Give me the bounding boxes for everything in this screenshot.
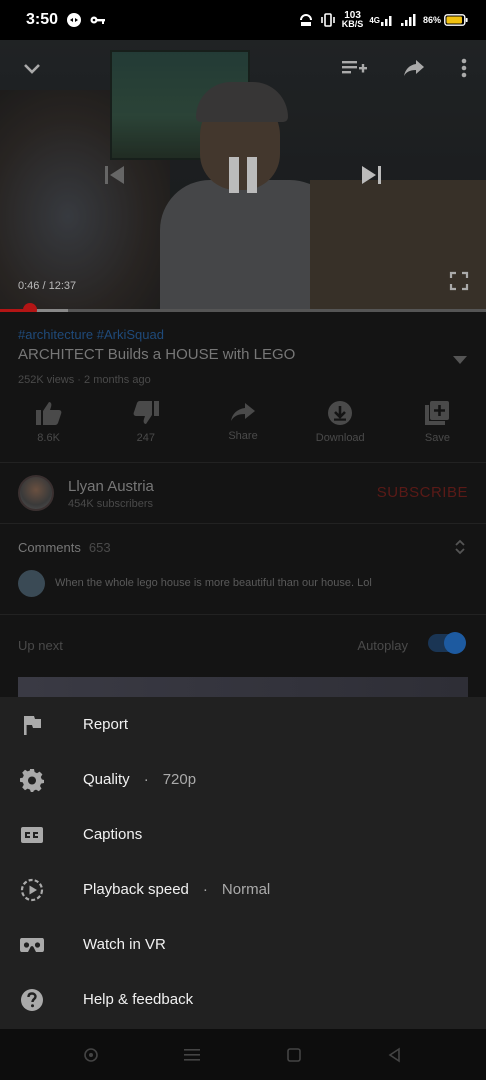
comments-header[interactable]: Comments 653 [18, 540, 111, 555]
action-bar: 8.6K 247 Share Download Save [0, 400, 486, 460]
battery: 86% [423, 14, 468, 26]
minimize-chevron-icon[interactable] [18, 54, 46, 82]
comments-label: Comments [18, 540, 81, 555]
menu-item-report[interactable]: Report [0, 697, 486, 752]
menu-label-help-feedback: Help & feedback [83, 991, 194, 1008]
video-hashtags[interactable]: #architecture #ArkiSquad [18, 327, 164, 342]
pause-icon[interactable] [220, 152, 266, 198]
vr-icon [18, 931, 46, 959]
gear-icon [18, 766, 46, 794]
channel-subscribers: 454K subscribers [68, 498, 153, 510]
playback-speed-value: Normal [221, 881, 271, 898]
menu-item-help-feedback[interactable]: Help & feedback [0, 972, 486, 1027]
menu-lines-icon [184, 1048, 201, 1061]
more-options-icon[interactable] [452, 54, 476, 82]
help-icon [18, 986, 46, 1014]
system-nav-bar [0, 1029, 486, 1080]
video-title[interactable]: ARCHITECT Builds a HOUSE with LEGO [18, 346, 295, 363]
captions-icon [18, 821, 46, 849]
expand-description-icon[interactable] [452, 352, 468, 370]
app-notification-icon [66, 12, 82, 28]
thumb-down-icon [133, 401, 159, 424]
key-icon [90, 14, 106, 26]
share-label: Share [228, 430, 258, 442]
playback-speed-icon [18, 876, 46, 904]
menu-label-playback-speed: Playback speed [83, 881, 189, 898]
menu-separator: · [143, 771, 149, 788]
fullscreen-icon[interactable] [446, 268, 472, 294]
back-button[interactable] [375, 1035, 415, 1075]
top-comment[interactable]: When the whole lego house is more beauti… [55, 577, 372, 589]
flag-icon [18, 711, 46, 739]
watch-page: #architecture #ArkiSquad ARCHITECT Build… [0, 312, 486, 717]
divider [0, 614, 486, 615]
vibrate-icon [320, 13, 336, 27]
menu-item-playback-speed[interactable]: Playback speed · Normal [0, 862, 486, 917]
menu-item-watch-in-vr[interactable]: Watch in VR [0, 917, 486, 972]
comment-avatar [18, 570, 45, 597]
save-button[interactable]: Save [389, 400, 486, 460]
menu-label-quality: Quality [83, 771, 130, 788]
quality-value: 720p [162, 771, 197, 788]
menu-label-report: Report [83, 716, 129, 733]
menu-item-captions[interactable]: Captions [0, 807, 486, 862]
thumb-up-icon [35, 402, 61, 425]
expand-comments-icon[interactable] [454, 538, 466, 561]
home-button[interactable] [274, 1035, 314, 1075]
add-to-queue-icon[interactable] [338, 54, 370, 82]
options-sheet: Report Quality · 720p Captions Playback sp… [0, 697, 486, 1029]
channel-avatar[interactable] [18, 475, 54, 511]
dislike-count: 247 [136, 432, 155, 444]
up-next-label: Up next [18, 638, 63, 653]
recents-button[interactable] [172, 1035, 212, 1075]
battery-icon [444, 14, 468, 26]
dislike-button[interactable]: 247 [97, 400, 194, 460]
network-4g-icon: 4G [369, 14, 395, 26]
download-label: Download [315, 432, 365, 444]
save-label: Save [424, 432, 450, 444]
comments-count: 653 [88, 540, 111, 555]
time-readout: 0:46 / 12:37 [18, 280, 77, 292]
menu-item-quality[interactable]: Quality · 720p [0, 752, 486, 807]
assistant-button[interactable] [71, 1035, 111, 1075]
share-button[interactable]: Share [194, 400, 291, 460]
back-triangle-icon [388, 1047, 401, 1062]
channel-name[interactable]: Llyan Austria [68, 478, 154, 495]
menu-label-watch-in-vr: Watch in VR [83, 936, 166, 953]
assistant-icon [83, 1047, 98, 1062]
net-speed: 103 KB/S [341, 10, 364, 29]
save-icon [425, 401, 450, 425]
download-button[interactable]: Download [292, 400, 389, 460]
menu-label-captions: Captions [83, 826, 143, 843]
share-icon [231, 403, 255, 421]
status-bar: 3:50 103 KB/S 4G 86% [0, 0, 486, 40]
menu-separator: · [202, 881, 208, 898]
autoplay-label: Autoplay [357, 638, 408, 653]
battery-percent: 86% [422, 15, 441, 25]
video-player[interactable]: 0:46 / 12:37 [0, 40, 486, 312]
share-video-icon[interactable] [400, 54, 428, 82]
like-count: 8.6K [37, 432, 60, 444]
next-icon[interactable] [354, 158, 388, 192]
autoplay-toggle[interactable] [428, 632, 466, 654]
video-meta: 252K views · 2 months ago [18, 374, 151, 386]
home-square-icon [286, 1047, 301, 1062]
subscribe-button[interactable]: SUBSCRIBE [377, 484, 468, 501]
vpn-icon [298, 13, 314, 27]
download-icon [328, 401, 353, 425]
signal-icon [400, 14, 417, 26]
status-time: 3:50 [26, 11, 59, 28]
divider [0, 462, 486, 463]
divider [0, 523, 486, 524]
like-button[interactable]: 8.6K [0, 400, 97, 460]
previous-icon[interactable] [98, 158, 132, 192]
